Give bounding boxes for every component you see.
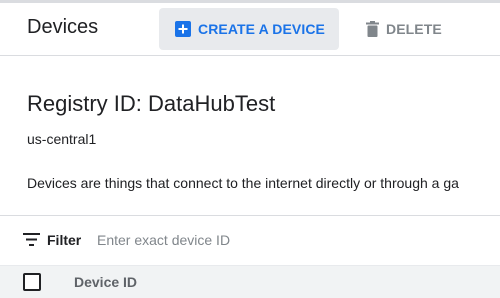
filter-bar: Filter — [0, 215, 500, 265]
delete-button[interactable]: DELETE — [356, 8, 466, 50]
registry-region: us-central1 — [27, 131, 97, 147]
trash-icon — [366, 21, 379, 37]
page-title: Devices — [27, 16, 99, 38]
filter-label: Filter — [47, 232, 82, 248]
filter-list-icon[interactable] — [23, 233, 40, 246]
delete-label: DELETE — [386, 21, 442, 37]
page-header: Devices CREATE A DEVICE DELETE — [0, 3, 500, 56]
table-header-row: Device ID — [0, 265, 500, 298]
add-box-icon — [175, 21, 191, 37]
select-all-checkbox[interactable] — [23, 273, 41, 291]
create-device-button[interactable]: CREATE A DEVICE — [159, 8, 339, 50]
create-device-label: CREATE A DEVICE — [198, 21, 325, 37]
device-id-filter-input[interactable] — [92, 228, 477, 252]
registry-description: Devices are things that connect to the i… — [27, 175, 459, 191]
column-header-device-id[interactable]: Device ID — [74, 274, 137, 290]
registry-title: Registry ID: DataHubTest — [27, 91, 276, 116]
